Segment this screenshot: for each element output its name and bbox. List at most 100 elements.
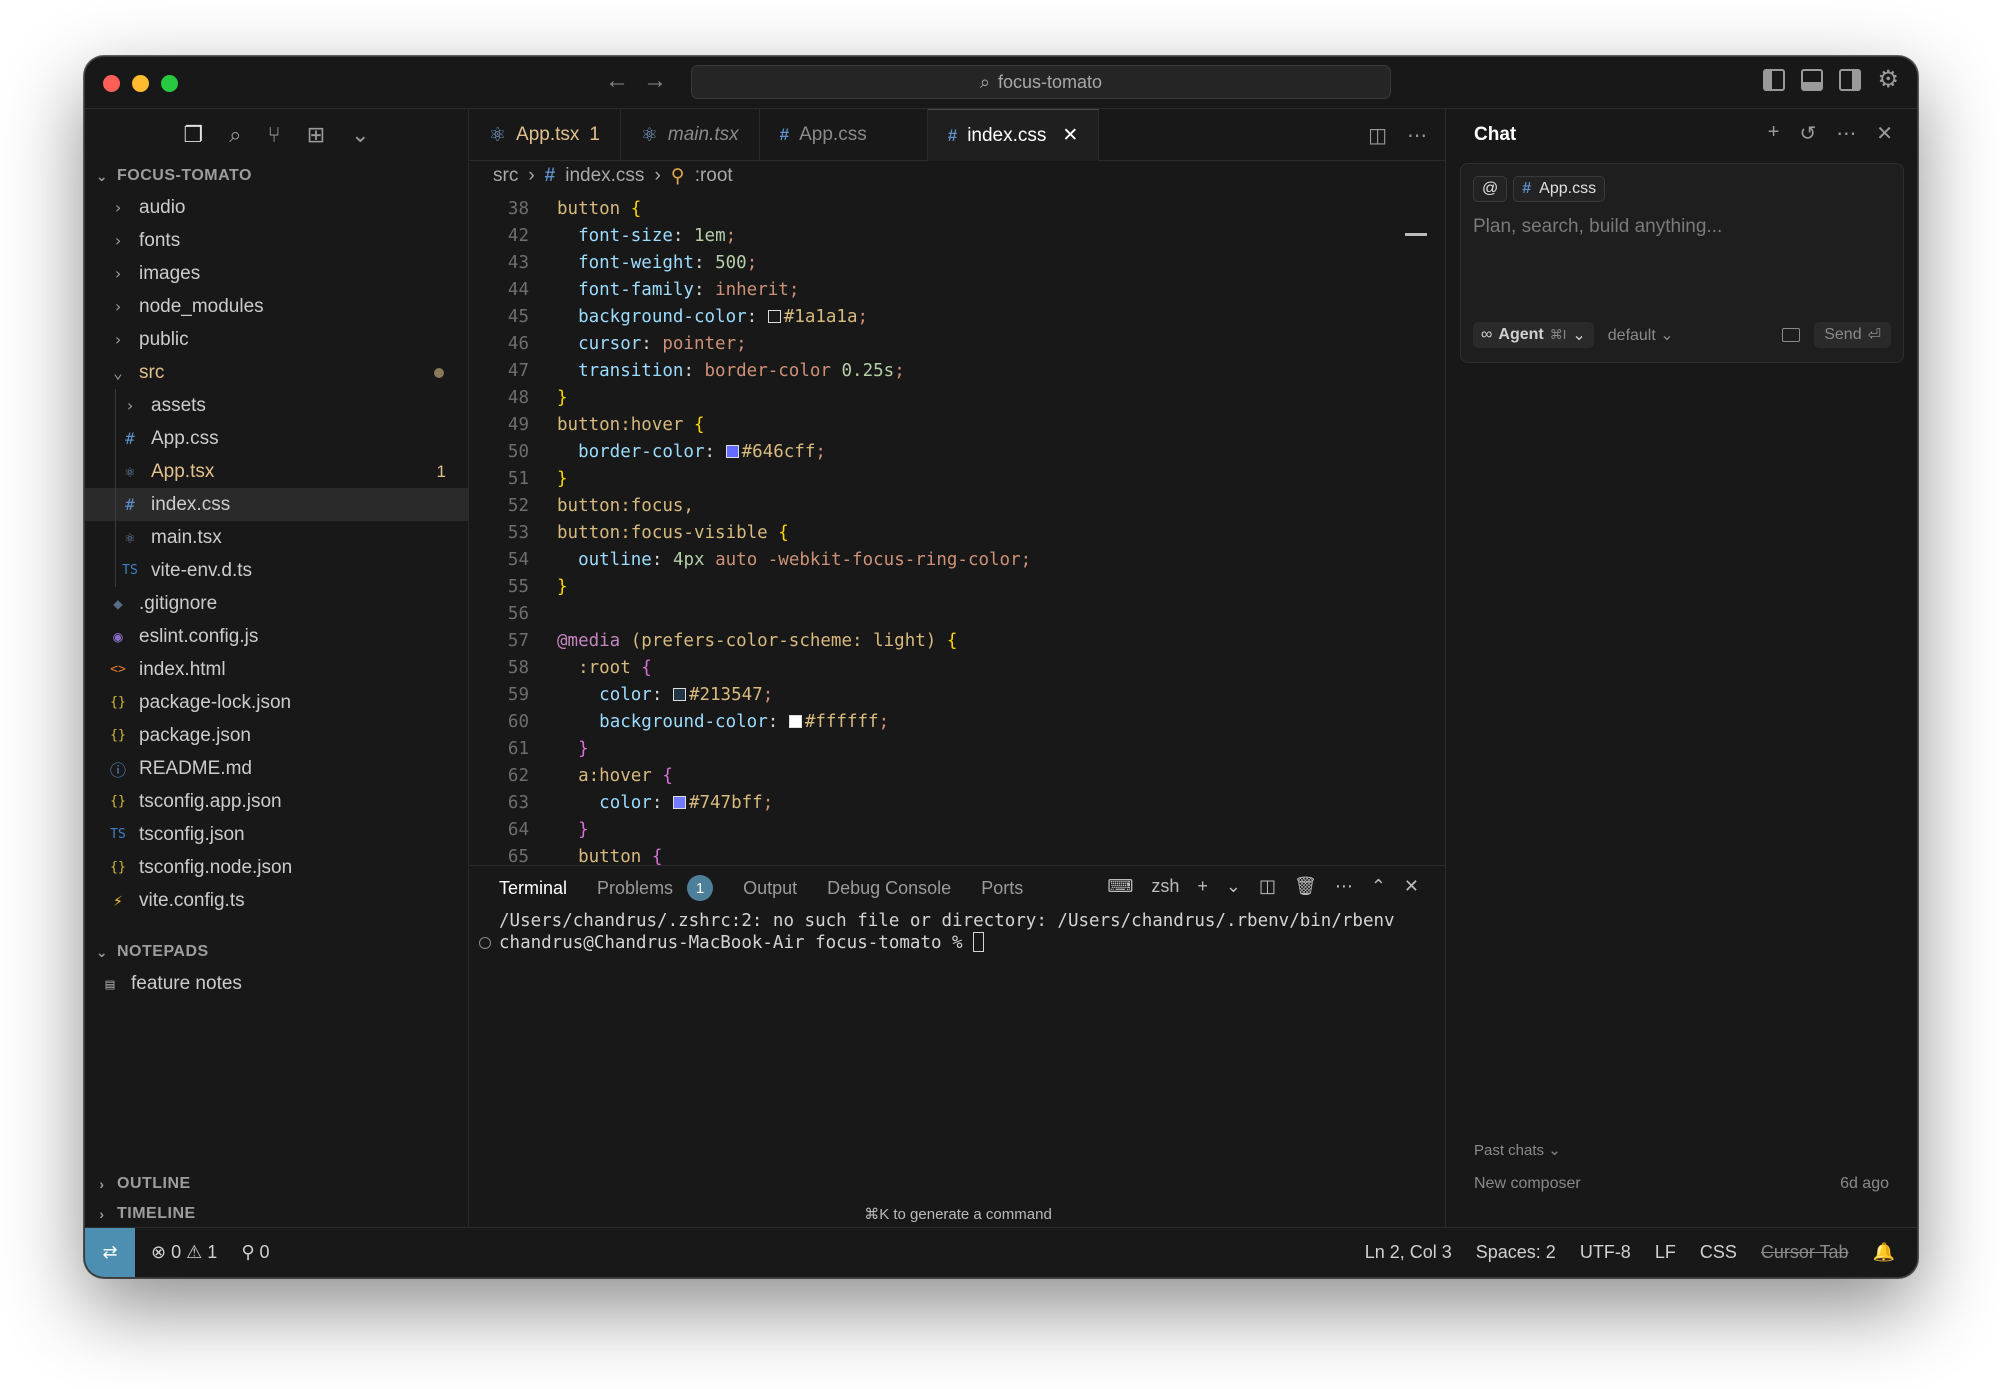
tree-item[interactable]: › images: [85, 257, 468, 290]
past-chats-toggle[interactable]: Past chats ⌄: [1474, 1141, 1561, 1159]
split-editor-icon[interactable]: ◫: [1368, 123, 1387, 148]
breadcrumb-folder[interactable]: src: [493, 165, 518, 187]
tab-main-tsx[interactable]: ⚛ main.tsx: [621, 109, 760, 161]
tree-item[interactable]: # index.css: [85, 488, 468, 521]
notepad-item[interactable]: ▤ feature notes: [85, 967, 468, 1000]
outline-header[interactable]: › OUTLINE: [85, 1169, 468, 1199]
tree-item[interactable]: ◉ eslint.config.js: [85, 620, 468, 653]
cursor-position[interactable]: Ln 2, Col 3: [1365, 1242, 1452, 1263]
close-icon[interactable]: ✕: [1062, 124, 1078, 147]
tab-debug-console[interactable]: Debug Console: [827, 878, 951, 899]
breadcrumb-symbol[interactable]: :root: [695, 165, 733, 187]
tree-item[interactable]: ⚛ App.tsx 1: [85, 455, 468, 488]
color-swatch[interactable]: [672, 795, 686, 809]
source-control-icon[interactable]: ⑂: [267, 122, 280, 148]
explorer-project-header[interactable]: ⌄ FOCUS-TOMATO: [85, 161, 468, 191]
tree-item[interactable]: ⓘ README.md: [85, 752, 468, 785]
send-button[interactable]: Send ⏎: [1814, 322, 1891, 348]
problems-status[interactable]: ⊗ 0 ⚠ 1: [151, 1242, 217, 1263]
notepads-header[interactable]: ⌄ NOTEPADS: [85, 937, 468, 967]
tree-item[interactable]: ◆ .gitignore: [85, 587, 468, 620]
search-icon[interactable]: ⌕: [229, 122, 241, 148]
tree-item[interactable]: # App.css: [85, 422, 468, 455]
tab-output[interactable]: Output: [743, 878, 797, 899]
terminal-output[interactable]: /Users/chandrus/.zshrc:2: no such file o…: [469, 910, 1447, 954]
tree-item[interactable]: {} package-lock.json: [85, 686, 468, 719]
tree-item[interactable]: <> index.html: [85, 653, 468, 686]
agent-mode-selector[interactable]: ∞ Agent ⌘I ⌄: [1473, 322, 1594, 348]
tree-item[interactable]: {} tsconfig.app.json: [85, 785, 468, 818]
extensions-icon[interactable]: ⊞: [307, 122, 325, 148]
new-terminal-icon[interactable]: +: [1197, 876, 1208, 897]
chevron-down-icon[interactable]: ⌄: [351, 122, 369, 148]
tree-item[interactable]: › public: [85, 323, 468, 356]
tab-app-css[interactable]: # App.css: [760, 109, 928, 161]
tree-item[interactable]: {} package.json: [85, 719, 468, 752]
language-mode[interactable]: CSS: [1700, 1242, 1737, 1263]
end-of-line[interactable]: LF: [1655, 1242, 1676, 1263]
new-chat-icon[interactable]: +: [1768, 121, 1780, 146]
tree-item[interactable]: › assets: [85, 389, 468, 422]
toggle-primary-sidebar-icon[interactable]: [1763, 69, 1786, 91]
minimize-window-button[interactable]: [132, 75, 149, 92]
chat-composer[interactable]: @ # App.css Plan, search, build anything…: [1460, 163, 1904, 363]
chevron-down-icon: ⌄: [95, 167, 109, 184]
tree-item[interactable]: ⚛ main.tsx: [85, 521, 468, 554]
tree-item[interactable]: TS vite-env.d.ts: [85, 554, 468, 587]
split-terminal-icon[interactable]: ◫: [1259, 876, 1276, 897]
tree-item[interactable]: ⚡ vite.config.ts: [85, 884, 468, 917]
tab-app-tsx[interactable]: ⚛ App.tsx 1: [469, 109, 621, 161]
timeline-header[interactable]: › TIMELINE: [85, 1199, 468, 1229]
line-number: 47: [507, 360, 529, 381]
cursor-tab-status[interactable]: Cursor Tab: [1761, 1242, 1849, 1263]
gear-icon[interactable]: ⚙: [1877, 68, 1899, 92]
more-actions-icon[interactable]: ⋯: [1407, 123, 1427, 148]
bell-icon[interactable]: 🔔: [1873, 1242, 1895, 1263]
ports-status[interactable]: ⚲ 0: [241, 1242, 269, 1263]
model-selector[interactable]: default ⌄: [1608, 325, 1674, 345]
tab-ports[interactable]: Ports: [981, 878, 1023, 899]
tab-terminal[interactable]: Terminal: [499, 878, 567, 899]
image-icon[interactable]: [1782, 328, 1801, 342]
context-chip[interactable]: # App.css: [1513, 176, 1606, 202]
color-swatch[interactable]: [672, 687, 686, 701]
color-swatch[interactable]: [788, 714, 802, 728]
close-window-button[interactable]: [103, 75, 120, 92]
more-actions-icon[interactable]: ⋯: [1335, 876, 1353, 897]
tab-index-css[interactable]: # index.css ✕: [927, 109, 1100, 161]
maximize-panel-icon[interactable]: ⌃: [1371, 876, 1386, 897]
toggle-secondary-sidebar-icon[interactable]: [1839, 69, 1862, 91]
trash-icon[interactable]: 🗑: [1294, 876, 1317, 897]
tree-item[interactable]: › node_modules: [85, 290, 468, 323]
tree-item[interactable]: › fonts: [85, 224, 468, 257]
more-actions-icon[interactable]: ⋯: [1836, 121, 1856, 146]
toggle-panel-icon[interactable]: [1801, 69, 1824, 91]
tree-item[interactable]: › audio: [85, 191, 468, 224]
notepads-label: NOTEPADS: [117, 943, 209, 960]
recent-chat-item[interactable]: New composer 6d ago: [1474, 1175, 1889, 1193]
tab-problems[interactable]: Problems: [597, 878, 673, 899]
files-icon[interactable]: ❐: [183, 122, 203, 148]
close-icon[interactable]: ✕: [1404, 876, 1419, 897]
remote-indicator[interactable]: ⇄: [85, 1228, 135, 1277]
chat-input-placeholder[interactable]: Plan, search, build anything...: [1473, 216, 1722, 238]
indentation[interactable]: Spaces: 2: [1476, 1242, 1556, 1263]
tree-item[interactable]: TS tsconfig.json: [85, 818, 468, 851]
chevron-down-icon[interactable]: ⌄: [1226, 876, 1241, 897]
color-swatch[interactable]: [767, 309, 781, 323]
back-arrow-icon[interactable]: ←: [605, 67, 629, 95]
code-editor[interactable]: 38 button {42 font-size: 1em; 43 font-weig…: [469, 195, 1447, 869]
history-icon[interactable]: ↺: [1799, 121, 1816, 146]
tree-item[interactable]: ⌄ src: [85, 356, 468, 389]
command-search-bar[interactable]: ⌕ focus-tomato: [691, 65, 1391, 99]
close-icon[interactable]: ✕: [1876, 121, 1893, 146]
encoding[interactable]: UTF-8: [1580, 1242, 1631, 1263]
color-swatch[interactable]: [725, 444, 739, 458]
tree-item[interactable]: {} tsconfig.node.json: [85, 851, 468, 884]
chat-title[interactable]: Chat: [1474, 124, 1516, 146]
shell-selector[interactable]: zsh: [1151, 876, 1179, 897]
breadcrumb-file[interactable]: index.css: [565, 165, 644, 187]
forward-arrow-icon[interactable]: →: [643, 67, 667, 95]
zoom-window-button[interactable]: [161, 75, 178, 92]
add-context-button[interactable]: @: [1473, 176, 1508, 202]
